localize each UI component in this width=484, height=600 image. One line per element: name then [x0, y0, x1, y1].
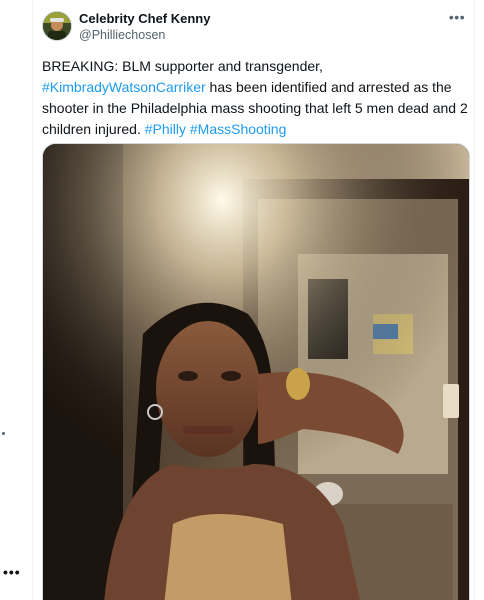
rail-more-button[interactable]: •••	[3, 564, 21, 580]
tweet-text: BREAKING: BLM supporter and transgender,…	[42, 56, 470, 140]
photo-image	[43, 144, 469, 600]
side-rail: •••	[0, 0, 32, 600]
hashtag-link[interactable]: #KimbradyWatsonCarriker	[42, 79, 206, 95]
tweet-text-line1: BREAKING: BLM supporter and transgender,	[42, 58, 323, 74]
column-divider-left	[32, 0, 33, 600]
rail-indicator-dot	[2, 432, 5, 435]
page: ••• Celebrity Chef Kenny @Philliechosen …	[0, 0, 484, 600]
avatar[interactable]	[42, 11, 72, 41]
hashtag-link[interactable]: #Philly	[145, 121, 186, 137]
author-name[interactable]: Celebrity Chef Kenny	[79, 11, 210, 26]
tweet-media-photo[interactable]	[42, 143, 470, 600]
tweet: Celebrity Chef Kenny @Philliechosen ••• …	[42, 8, 472, 600]
tweet-header: Celebrity Chef Kenny @Philliechosen •••	[42, 8, 472, 48]
hashtag-link[interactable]: #MassShooting	[190, 121, 287, 137]
avatar-image	[43, 12, 71, 40]
column-divider-right	[474, 0, 475, 600]
more-horizontal-icon[interactable]: •••	[446, 10, 468, 28]
author-handle[interactable]: @Philliechosen	[79, 28, 165, 42]
